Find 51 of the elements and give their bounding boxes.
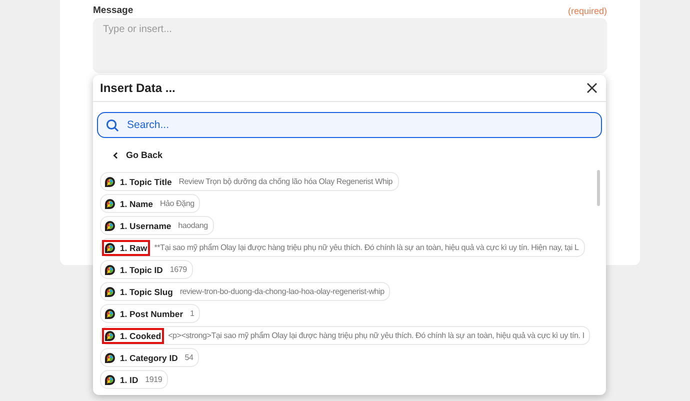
- data-item[interactable]: 1. Raw **Tại sao mỹ phẩm Olay lại được hàng triệu phụ nữ yêu thích. Đó chính là sự an toàn, hiệu quả và cực kì uy tín. Hiện nay, tại L: [100, 238, 585, 257]
- data-item[interactable]: 1. Topic ID 1679: [100, 260, 193, 279]
- message-field[interactable]: Type or insert...: [93, 18, 607, 73]
- speech-bubble-icon: [104, 176, 116, 188]
- go-back-button[interactable]: Go Back: [113, 150, 163, 160]
- caret-icon: [113, 152, 118, 158]
- item-value: review-tron-bo-duong-da-chong-lao-hoa-olay-regenerist-whip: [180, 287, 384, 296]
- field-label: Message: [93, 5, 134, 16]
- item-label: 1. Raw: [120, 242, 148, 252]
- search-field[interactable]: Search...: [125, 118, 593, 132]
- search-icon: [106, 118, 119, 132]
- item-value: 1: [190, 309, 194, 318]
- item-label: 1. ID: [120, 374, 138, 384]
- item-label: 1. Username: [120, 220, 172, 230]
- item-value: **Tại sao mỹ phẩm Olay lại được hàng triệu phụ nữ yêu thích. Đó chính là sự an toàn, hiệu quả và cực kì uy tín. Hiện nay, tại L: [154, 243, 579, 252]
- speech-bubble-icon: [104, 286, 116, 298]
- speech-bubble-icon: [104, 330, 116, 342]
- data-item[interactable]: 1. Topic Title Review Trọn bộ dưỡng da chống lão hóa Olay Regenerist Whip: [100, 172, 399, 191]
- scrollbar[interactable]: [597, 170, 600, 206]
- item-value: Review Trọn bộ dưỡng da chống lão hóa Olay Regenerist Whip: [178, 177, 393, 186]
- data-item[interactable]: 1. Category ID 54: [100, 348, 200, 367]
- item-label: 1. Post Number: [120, 308, 184, 318]
- item-label: 1. Topic Slug: [120, 286, 173, 296]
- speech-bubble-icon: [104, 264, 116, 276]
- item-value: 54: [184, 353, 194, 362]
- speech-bubble-icon: [104, 308, 116, 320]
- item-label: 1. Cooked: [120, 330, 162, 340]
- search-box[interactable]: Search...: [97, 112, 602, 138]
- required-note: (required): [568, 6, 607, 16]
- speech-bubble-icon: [104, 198, 116, 210]
- item-value: 1679: [170, 265, 187, 274]
- data-item[interactable]: 1. Topic Slug review-tron-bo-duong-da-chong-lao-hoa-olay-regenerist-whip: [100, 282, 390, 301]
- speech-bubble-icon: [104, 374, 116, 386]
- item-label: 1. Name: [120, 198, 153, 208]
- speech-bubble-icon: [104, 352, 116, 364]
- data-item[interactable]: 1. Post Number 1: [100, 304, 200, 323]
- data-item[interactable]: 1. Cooked <p><strong>Tại sao mỹ phẩm Olay lại được hàng triệu phụ nữ yêu thích. Đó chính là sự an toàn, hiệu quả và cực kì uy tín. I: [100, 326, 590, 345]
- item-label: 1. Topic ID: [120, 264, 163, 274]
- data-item[interactable]: 1. Name Hảo Đặng: [100, 194, 200, 213]
- item-label: 1. Category ID: [120, 352, 178, 362]
- item-value: haodang: [178, 221, 208, 230]
- item-value: Hảo Đặng: [160, 199, 194, 208]
- item-label: 1. Topic Title: [120, 176, 172, 186]
- item-value: <p><strong>Tại sao mỹ phẩm Olay lại được hàng triệu phụ nữ yêu thích. Đó chính là sự an toàn, hiệu quả và cực kì uy tín. I: [168, 331, 584, 340]
- item-value: 1919: [145, 375, 162, 384]
- data-item[interactable]: 1. Username haodang: [100, 216, 214, 235]
- popup-title: Insert Data ...: [100, 81, 176, 95]
- close-button[interactable]: [586, 82, 598, 94]
- speech-bubble-icon: [104, 220, 116, 232]
- data-item[interactable]: 1. ID 1919: [100, 370, 168, 389]
- speech-bubble-icon: [104, 242, 116, 254]
